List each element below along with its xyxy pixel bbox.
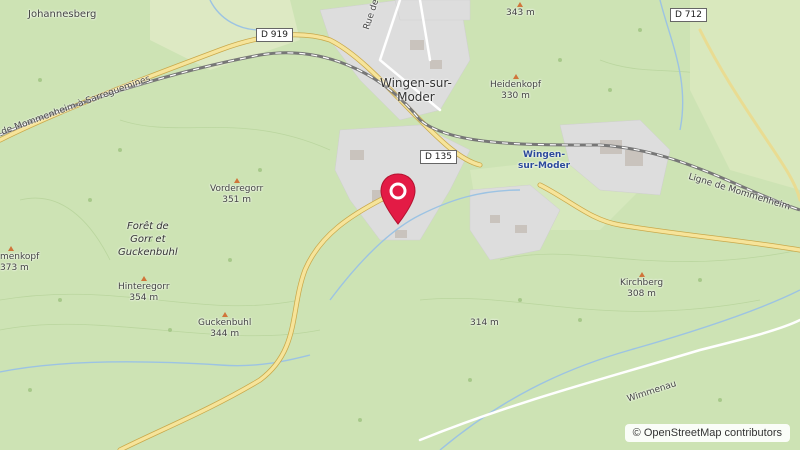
peak-icon (517, 2, 524, 7)
peak-elevation: 354 m (129, 293, 159, 303)
peak-name: Kirchberg (620, 278, 664, 288)
location-pin-icon[interactable] (379, 172, 417, 226)
place-johannesberg: Johannesberg (28, 9, 97, 20)
station-wingen-line1: Wingen- (522, 150, 566, 160)
peak-guckenbuhl: Guckenbuhl 344 m (198, 312, 251, 340)
map-view[interactable]: Johannesberg Wingen-sur- Moder Wingen- s… (0, 0, 800, 450)
peak-name: Vorderegorr (210, 184, 264, 194)
road-shield-d919: D 919 (256, 28, 293, 42)
place-wingen-town-line2: Moder (397, 90, 435, 104)
peak-314: 314 m (470, 318, 499, 329)
peak-heidenkopf: Heidenkopf 330 m (490, 74, 541, 102)
peak-vorderegorr: Vorderegorr 351 m (210, 178, 263, 206)
forest-line3: Guckenbuhl (118, 247, 178, 258)
peak-elevation: 330 m (501, 91, 530, 101)
peak-elevation: 373 m (0, 263, 29, 273)
peak-343: 343 m (506, 2, 535, 19)
peak-hinteregorr: Hinteregorr 354 m (118, 276, 170, 304)
peak-menkopf: menkopf 373 m (0, 246, 39, 274)
peak-icon (233, 178, 240, 183)
forest-line1: Forêt de (126, 221, 169, 232)
peak-name: menkopf (0, 252, 40, 262)
peak-icon (221, 312, 228, 317)
peak-elevation: 314 m (470, 318, 499, 328)
place-forest: Forêt de Gorr et Guckenbuhl (118, 220, 178, 259)
peak-name: Hinteregorr (118, 282, 170, 292)
peak-icon (512, 74, 519, 79)
station-wingen-line2: sur-Moder (518, 161, 571, 171)
peak-kirchberg: Kirchberg 308 m (620, 272, 663, 300)
peak-elevation: 343 m (506, 8, 535, 18)
map-attribution[interactable]: © OpenStreetMap contributors (624, 424, 790, 442)
station-wingen: Wingen- sur-Moder (518, 150, 570, 172)
peak-elevation: 344 m (210, 329, 240, 339)
place-wingen-town: Wingen-sur- Moder (380, 76, 452, 104)
peak-icon (140, 276, 147, 281)
forest-line2: Gorr et (130, 234, 166, 245)
attribution-text[interactable]: © OpenStreetMap contributors (633, 427, 782, 439)
peak-icon (638, 272, 645, 277)
peak-name: Guckenbuhl (198, 318, 252, 328)
peak-icon (8, 246, 14, 251)
peak-elevation: 351 m (222, 195, 252, 205)
place-wingen-town-line1: Wingen-sur- (380, 76, 452, 90)
peak-name: Heidenkopf (490, 80, 542, 90)
road-shield-d135: D 135 (420, 150, 457, 164)
road-shield-d712: D 712 (670, 8, 707, 22)
peak-elevation: 308 m (627, 289, 656, 299)
